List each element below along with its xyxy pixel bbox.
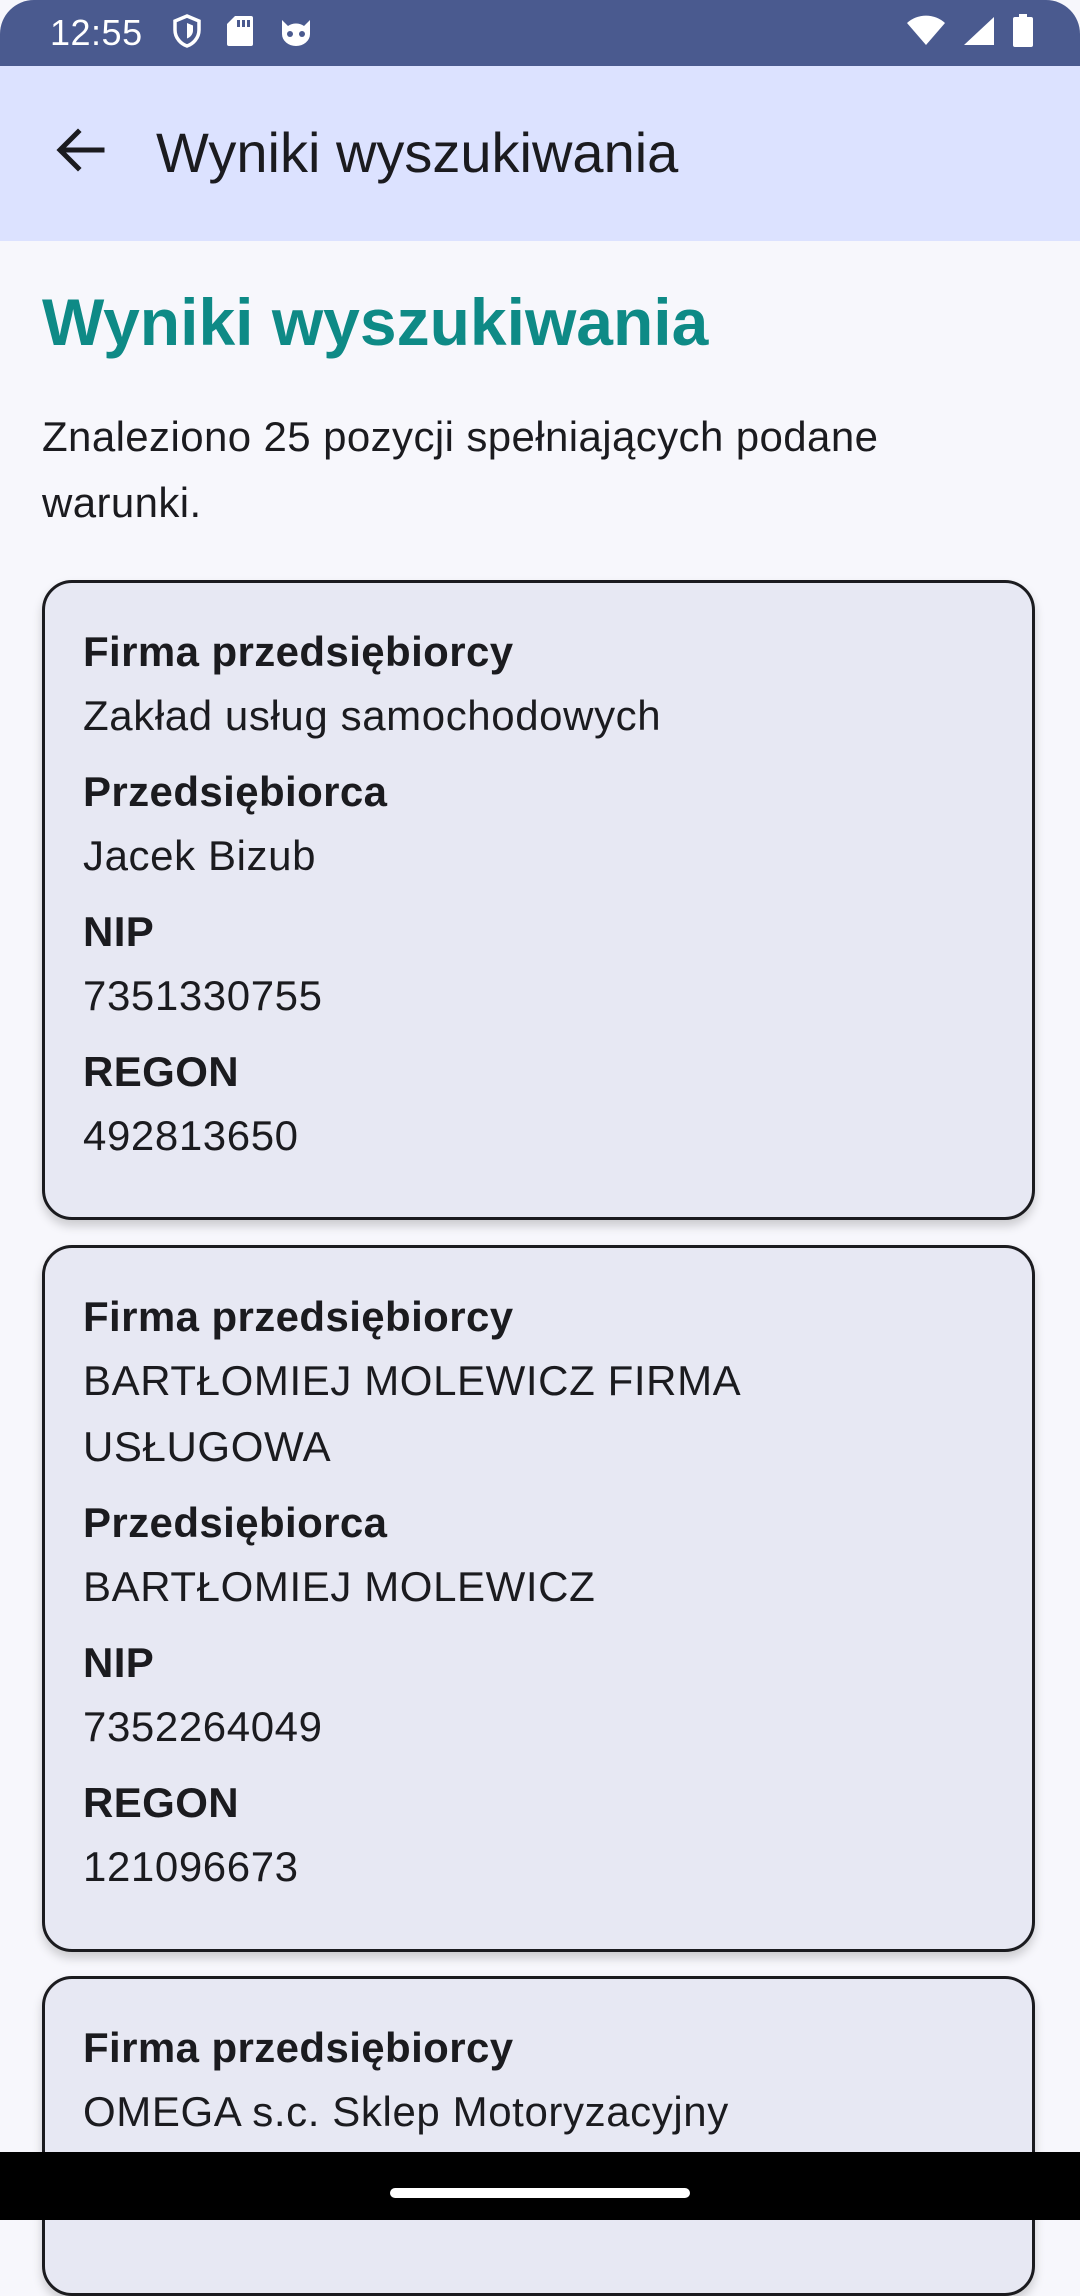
status-bar: 12:55 (0, 0, 1080, 66)
firm-value: BARTŁOMIEJ MOLEWICZ FIRMA USŁUGOWA (83, 1357, 739, 1470)
status-time: 12:55 (50, 12, 143, 53)
nip-value: 7351330755 (83, 972, 323, 1019)
cellular-signal-icon (962, 15, 996, 47)
app-bar: Wyniki wyszukiwania (0, 66, 1080, 241)
entrepreneur-label: Przedsiębiorca (83, 768, 388, 815)
firm-label: Firma przedsiębiorcy (83, 1293, 514, 1340)
shield-icon (172, 14, 202, 48)
regon-value: 492813650 (83, 1112, 299, 1159)
sd-card-icon (226, 14, 254, 48)
regon-label: REGON (83, 1048, 240, 1095)
nip-label: NIP (83, 1639, 155, 1686)
battery-icon (1012, 14, 1034, 48)
entrepreneur-value: Jacek Bizub (83, 832, 317, 879)
firm-label: Firma przedsiębiorcy (83, 2024, 514, 2071)
status-notification-icons (172, 14, 314, 48)
regon-label: REGON (83, 1779, 240, 1826)
status-system-icons (906, 14, 1034, 48)
result-card[interactable]: Firma przedsiębiorcy OMEGA s.c. Sklep Mo… (42, 1976, 1035, 2296)
back-button[interactable] (40, 112, 120, 192)
home-indicator[interactable] (390, 2188, 690, 2198)
firm-value: OMEGA s.c. Sklep Motoryzacyjny (83, 2088, 729, 2135)
nip-value: 7352264049 (83, 1703, 323, 1750)
wifi-icon (906, 15, 946, 47)
result-card[interactable]: Firma przedsiębiorcy BARTŁOMIEJ MOLEWICZ… (42, 1245, 1035, 1952)
app-bar-title: Wyniki wyszukiwania (156, 121, 679, 184)
nip-label: NIP (83, 908, 155, 955)
regon-value: 121096673 (83, 1843, 299, 1890)
entrepreneur-label: Przedsiębiorca (83, 1499, 388, 1546)
navigation-bar (0, 2152, 1080, 2220)
page-heading: Wyniki wyszukiwania (42, 285, 709, 359)
results-summary: Znaleziono 25 pozycji spełniających poda… (42, 413, 879, 526)
firm-value: Zakład usług samochodowych (83, 692, 662, 739)
cat-notification-icon (278, 14, 314, 48)
entrepreneur-value: BARTŁOMIEJ MOLEWICZ (83, 1563, 596, 1610)
arrow-back-icon (54, 124, 106, 181)
result-card[interactable]: Firma przedsiębiorcy Zakład usług samoch… (42, 580, 1035, 1220)
firm-label: Firma przedsiębiorcy (83, 628, 514, 675)
